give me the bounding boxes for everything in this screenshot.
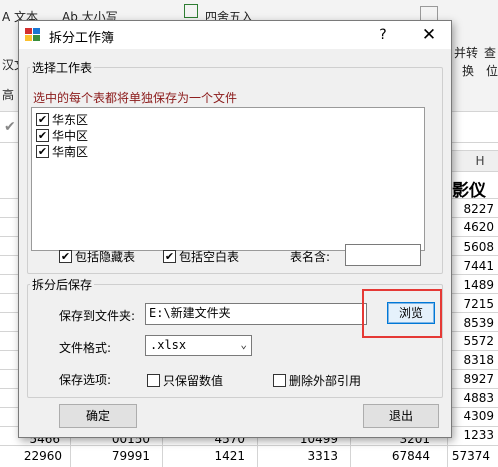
check-icon[interactable]: ✔ [163,250,176,263]
data-cell[interactable]: 22960 [20,449,62,463]
sheet-item-label: 华东区 [52,112,89,127]
ribbon-lookup-tool[interactable]: 查 [484,44,496,61]
check-icon: ✔ [4,119,16,135]
data-cell[interactable]: 3313 [288,449,338,463]
title-bar[interactable]: 拆分工作簿 ? ✕ [19,21,451,49]
check-icon[interactable]: ✔ [36,128,49,142]
check-icon[interactable]: ✔ [36,112,49,126]
data-cell[interactable]: 57374 [436,449,490,463]
chevron-down-icon[interactable]: ⌄ [240,337,247,352]
app-icon [25,28,41,42]
data-cell[interactable]: 67844 [380,449,430,463]
remove-external-checkbox[interactable]: 删除外部引用 [273,372,361,389]
exit-button[interactable]: 退出 [363,404,439,428]
values-only-checkbox[interactable]: 只保留数值 [147,372,223,389]
highlight-box [362,289,442,338]
sheet-item[interactable]: ✔ 华东区 [36,111,88,127]
sheet-name-contains-label: 表名含: [290,250,331,264]
sheet-listbox[interactable]: ✔ 华东区 ✔ 华中区 ✔ 华南区 [31,107,425,251]
select-hint: 选中的每个表都将单独保存为一个文件 [33,91,238,105]
column-header-h[interactable]: H [450,150,498,172]
save-folder-input[interactable]: E:\新建文件夹 [145,303,367,325]
file-format-select[interactable]: .xlsx ⌄ [145,335,252,356]
dialog-title: 拆分工作簿 [49,31,115,46]
check-icon[interactable]: ✔ [59,250,72,263]
check-icon[interactable]: ✔ [36,144,49,158]
save-legend: 拆分后保存 [32,278,93,292]
remove-external-label: 删除外部引用 [289,374,362,388]
ribbon-group-label: 高 [2,88,15,102]
data-cell[interactable]: 1421 [195,449,245,463]
split-workbook-dialog: 拆分工作簿 ? ✕ 选择工作表 选中的每个表都将单独保存为一个文件 ✔ 华东区 … [18,20,452,438]
sheet-name-contains-input[interactable] [345,244,421,266]
select-sheets-legend: 选择工作表 [32,61,93,75]
sheet-item-label: 华南区 [52,144,89,159]
help-button[interactable]: ? [371,25,395,45]
ribbon-pos-label: 位 [486,64,498,78]
file-format-label: 文件格式: [59,341,112,355]
file-format-value: .xlsx [150,338,187,352]
sheet-item[interactable]: ✔ 华中区 [36,127,88,143]
include-blank-label: 包括空白表 [179,250,240,264]
checkbox-box[interactable] [147,374,160,387]
include-blank-checkbox[interactable]: ✔ 包括空白表 [163,248,239,265]
data-cell[interactable]: 79991 [100,449,150,463]
include-hidden-label: 包括隐藏表 [75,250,136,264]
ok-button[interactable]: 确定 [59,404,137,428]
table-icon [184,4,198,18]
sheet-item[interactable]: ✔ 华南区 [36,143,88,159]
ribbon-merge-tool[interactable]: 并转 [454,44,478,61]
save-options-label: 保存选项: [59,373,112,387]
ribbon-swap-label: 换 [462,64,475,78]
close-button[interactable]: ✕ [415,24,443,46]
checkbox-box[interactable] [273,374,286,387]
values-only-label: 只保留数值 [163,374,224,388]
save-to-label: 保存到文件夹: [59,309,136,323]
include-hidden-checkbox[interactable]: ✔ 包括隐藏表 [59,248,135,265]
sheet-item-label: 华中区 [52,128,89,143]
